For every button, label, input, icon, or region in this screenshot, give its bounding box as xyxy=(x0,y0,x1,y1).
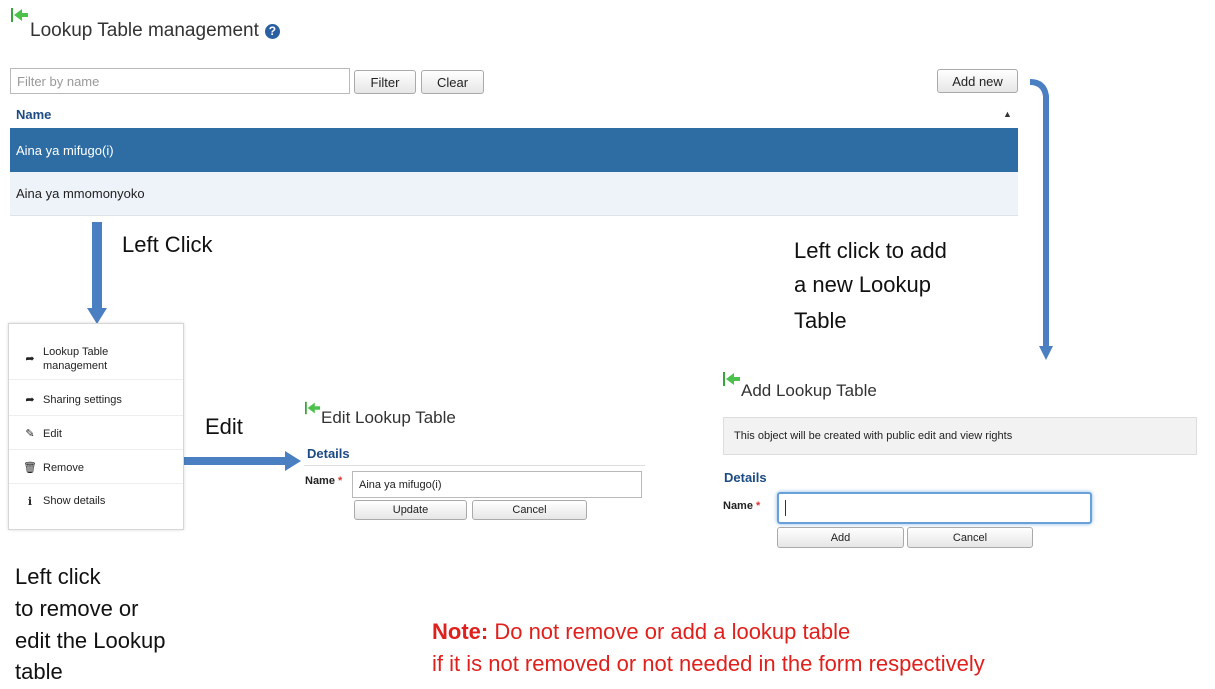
clear-button[interactable]: Clear xyxy=(421,70,484,94)
trash-icon: 🗑 xyxy=(23,462,37,474)
divider xyxy=(304,465,645,466)
filter-input[interactable]: Filter by name xyxy=(10,68,350,94)
info-icon: ℹ xyxy=(27,495,33,508)
arrow-down-left-head xyxy=(87,308,107,324)
edit-name-label-text: Name xyxy=(305,475,335,487)
table-row[interactable]: Aina ya mmomonyoko xyxy=(10,172,1018,216)
page-title: Lookup Table management? xyxy=(30,20,280,42)
share-arrow-icon: ➦ xyxy=(25,353,35,365)
annotation-edit: Edit xyxy=(205,414,243,439)
note-text1: Do not remove or add a lookup table xyxy=(488,619,851,644)
arrow-right-connector xyxy=(1029,79,1053,360)
annotation-add-line2: a new Lookup xyxy=(794,272,931,297)
edit-name-value: Aina ya mifugo(i) xyxy=(359,478,442,491)
annotation-left-click: Left Click xyxy=(122,232,213,257)
column-header-name[interactable]: Name xyxy=(16,107,51,122)
arrow-down-left xyxy=(92,222,102,312)
edit-name-label: Name * xyxy=(305,475,342,487)
menu-item-label: management xyxy=(43,359,108,372)
info-box: This object will be created with public … xyxy=(723,417,1197,455)
edit-icon: ✎ xyxy=(25,428,35,440)
page-title-text: Lookup Table management xyxy=(30,20,259,41)
annotation-remove-line4: table xyxy=(15,659,63,684)
menu-item-label: Edit xyxy=(43,427,62,440)
menu-item-lookup-table-management[interactable]: ➦ Lookup Table management xyxy=(9,338,183,380)
menu-item-show-details[interactable]: ℹ Show details xyxy=(9,484,183,518)
edit-name-field[interactable]: Aina ya mifugo(i) xyxy=(352,471,642,498)
required-mark: * xyxy=(756,500,761,512)
add-panel-title: Add Lookup Table xyxy=(741,381,877,400)
note-line1: Note: Do not remove or add a lookup tabl… xyxy=(432,619,850,645)
annotation-remove-line2: to remove or xyxy=(15,596,139,621)
add-details-header: Details xyxy=(724,470,767,485)
menu-item-sharing-settings[interactable]: ➦ Sharing settings xyxy=(9,384,183,416)
edit-details-header: Details xyxy=(307,446,350,461)
sort-ascending-icon[interactable]: ▲ xyxy=(1003,109,1012,119)
annotation-add-line1: Left click to add xyxy=(794,238,947,263)
context-menu: ➦ Lookup Table management ➦ Sharing sett… xyxy=(8,323,184,530)
menu-item-label: Lookup Table xyxy=(43,345,109,358)
note-label: Note: xyxy=(432,619,489,644)
filter-placeholder: Filter by name xyxy=(17,73,100,89)
add-name-label-text: Name xyxy=(723,500,753,512)
add-new-button[interactable]: Add new xyxy=(937,69,1018,93)
required-mark: * xyxy=(338,475,343,487)
note-line2: if it is not removed or not needed in th… xyxy=(432,651,985,676)
back-icon[interactable] xyxy=(10,6,30,29)
menu-item-label: Show details xyxy=(43,495,106,507)
add-button[interactable]: Add xyxy=(777,527,904,548)
question-circle-icon[interactable]: ? xyxy=(264,24,280,39)
menu-item-label: Remove xyxy=(43,461,84,474)
filter-button[interactable]: Filter xyxy=(354,70,416,94)
edit-panel-title: Edit Lookup Table xyxy=(321,408,456,427)
add-name-label: Name * xyxy=(723,500,760,512)
menu-item-edit[interactable]: ✎ Edit xyxy=(9,418,183,450)
table-row[interactable]: Aina ya mifugo(i) xyxy=(10,128,1018,172)
table-cell-name: Aina ya mmomonyoko xyxy=(16,186,145,201)
edit-cancel-button[interactable]: Cancel xyxy=(472,500,587,520)
menu-item-label: Sharing settings xyxy=(43,393,122,406)
share-arrow-icon: ➦ xyxy=(25,394,35,406)
info-text: This object will be created with public … xyxy=(734,430,1013,442)
annotation-add-line3: Table xyxy=(794,308,847,333)
arrow-right-edit xyxy=(183,451,301,471)
add-name-field[interactable] xyxy=(777,492,1092,524)
table-cell-name: Aina ya mifugo(i) xyxy=(16,142,114,158)
update-button[interactable]: Update xyxy=(354,500,467,520)
back-icon[interactable] xyxy=(722,370,742,393)
add-cancel-button[interactable]: Cancel xyxy=(907,527,1033,548)
back-icon[interactable] xyxy=(304,400,322,421)
text-cursor xyxy=(785,500,786,516)
menu-item-remove[interactable]: 🗑 Remove xyxy=(9,452,183,484)
annotation-remove-line1: Left click xyxy=(15,564,101,589)
annotation-remove-line3: edit the Lookup xyxy=(15,628,166,653)
